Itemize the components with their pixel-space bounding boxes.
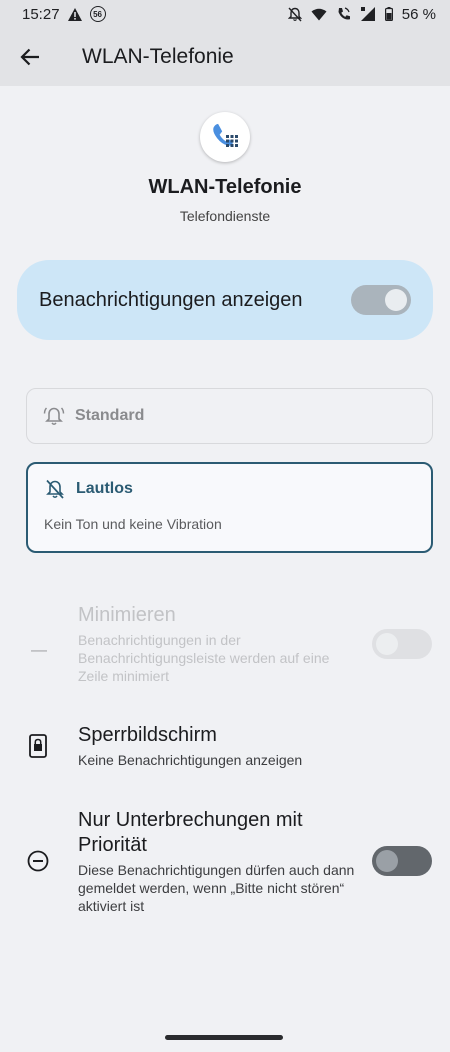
wifi-icon xyxy=(311,8,327,21)
setting-priority[interactable]: Nur Unterbrechungen mit Priorität Diese … xyxy=(0,808,450,928)
switch-knob xyxy=(376,633,398,655)
warning-icon xyxy=(67,7,82,21)
bell-off-icon xyxy=(44,478,66,500)
show-notifications-row[interactable]: Benachrichtigungen anzeigen xyxy=(17,260,433,340)
option-standard-label: Standard xyxy=(75,407,145,424)
notification-count-badge: 56 xyxy=(89,6,106,22)
bell-ring-icon xyxy=(43,405,65,427)
setting-minimize-title: Minimieren xyxy=(78,604,176,626)
arrow-left-icon xyxy=(20,48,40,66)
status-time: 15:27 xyxy=(22,5,60,23)
lock-screen-phone-icon xyxy=(29,734,47,758)
setting-minimize[interactable]: Minimieren Benachrichtigungen in der Ben… xyxy=(0,603,450,693)
gesture-navigation-handle[interactable] xyxy=(165,1035,283,1040)
switch-knob xyxy=(385,289,407,311)
setting-lockscreen[interactable]: Sperrbildschirm Keine Benachrichtigungen… xyxy=(0,723,450,775)
option-silent-header: Lautlos xyxy=(44,478,431,500)
priority-switch[interactable] xyxy=(372,846,432,876)
option-silent-label: Lautlos xyxy=(76,480,133,497)
option-silent[interactable]: Lautlos Kein Ton und keine Vibration xyxy=(26,462,433,553)
minimize-switch[interactable] xyxy=(372,629,432,659)
battery-icon xyxy=(384,7,393,21)
battery-percent: 56 % xyxy=(401,5,436,23)
do-not-disturb-icon xyxy=(27,850,49,872)
setting-lockscreen-title: Sperrbildschirm xyxy=(78,724,217,746)
app-bar: WLAN-Telefonie xyxy=(0,28,450,86)
setting-priority-subtitle: Diese Benachrichtigungen dürfen auch dan… xyxy=(78,862,355,914)
switch-knob xyxy=(376,850,398,872)
bell-off-icon xyxy=(287,7,302,22)
minimize-icon xyxy=(31,649,47,653)
setting-priority-title: Nur Unterbrechungen mit Priorität xyxy=(78,809,303,856)
app-icon xyxy=(200,112,250,162)
option-silent-description: Kein Ton und keine Vibration xyxy=(44,516,222,532)
app-category: Telefondienste xyxy=(179,208,271,224)
wifi-calling-icon xyxy=(336,6,352,22)
show-notifications-label: Benachrichtigungen anzeigen xyxy=(39,288,303,311)
phone-dialpad-icon xyxy=(213,123,238,147)
setting-lockscreen-subtitle: Keine Benachrichtigungen anzeigen xyxy=(78,752,303,768)
show-notifications-switch[interactable] xyxy=(351,285,411,315)
page-title: WLAN-Telefonie xyxy=(82,45,234,68)
status-left: 15:27 56 xyxy=(22,6,106,23)
status-bar: 15:27 56 56 % xyxy=(0,0,450,28)
signal-icon xyxy=(360,7,376,21)
back-button[interactable] xyxy=(0,28,60,86)
setting-priority-text: Nur Unterbrechungen mit Priorität Diese … xyxy=(78,808,363,915)
option-standard[interactable]: Standard xyxy=(26,388,433,444)
app-name: WLAN-Telefonie xyxy=(148,176,302,198)
setting-lockscreen-text: Sperrbildschirm Keine Benachrichtigungen… xyxy=(78,723,408,769)
app-header: WLAN-Telefonie Telefondienste xyxy=(0,112,450,224)
status-right: 56 % xyxy=(287,5,436,23)
setting-minimize-text: Minimieren Benachrichtigungen in der Ben… xyxy=(78,603,358,685)
setting-minimize-subtitle: Benachrichtigungen in der Benachrichtigu… xyxy=(78,632,330,684)
